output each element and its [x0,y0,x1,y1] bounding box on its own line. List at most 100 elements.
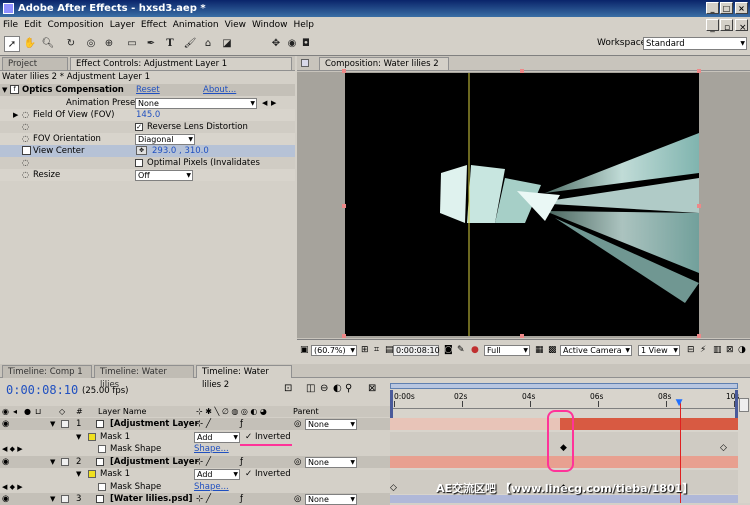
mask-handle[interactable] [520,334,524,338]
parent-select[interactable]: None ▼ [305,494,357,505]
mask-handle[interactable] [342,334,346,338]
check-icon[interactable]: ✓ [245,468,252,480]
mask-color-icon[interactable] [88,432,96,441]
stopwatch-icon[interactable] [98,482,106,491]
mask-mode-select[interactable]: Add ▼ [194,469,240,480]
switches-icon[interactable]: ⊹ ╱ [196,493,211,505]
keyframe-icon[interactable]: ◇ [720,443,727,453]
rotate-tool-icon[interactable]: ↻ [63,36,79,52]
brush-tool-icon[interactable]: 🖌︎ [182,36,198,52]
tab-timeline-comp1[interactable]: Timeline: Comp 1 [2,365,92,378]
maximize-button[interactable]: □ [720,2,733,14]
clone-stamp-icon[interactable]: ⌂ [200,36,216,52]
graph-editor-icon[interactable]: ⊠ [368,383,376,394]
switches-icon[interactable]: ⊹ ╱ [196,456,211,468]
view-center-row[interactable]: View Center ✥ 293.0 , 310.0 [0,145,295,157]
tab-timeline-water-lilies[interactable]: Timeline: Water lilies [94,365,194,390]
shy-icon[interactable]: ⊖ [320,383,328,394]
eye-icon[interactable]: ◉ [2,493,9,505]
effect-switch-icon[interactable]: ƒ [240,456,243,468]
tab-effect-controls[interactable]: Effect Controls: Adjustment Layer 1 [70,57,292,70]
playhead-handle-icon[interactable]: ▼ [676,398,683,408]
keyframe-nav-icon[interactable]: ◀ ◆ ▶ [2,481,23,493]
menu-help[interactable]: Help [290,17,317,33]
pixel-aspect-icon[interactable]: ⊟ [687,345,695,355]
zoom-slider[interactable] [739,398,749,412]
pan-behind-icon[interactable]: ⊕ [101,36,117,52]
zoom-select[interactable]: (60.7%) ▼ [311,345,357,356]
parent-select[interactable]: None ▼ [305,419,357,430]
safe-zones-icon[interactable]: ⊞ [361,345,369,355]
eye-icon[interactable]: ◉ [2,418,9,430]
camera-snapshot-icon[interactable]: ◙ [444,345,453,355]
views-select[interactable]: 1 View ▼ [638,345,680,356]
mask-handle[interactable] [342,69,346,73]
stopwatch-icon[interactable]: ◌ [22,169,29,181]
doc-close-button[interactable]: × [735,19,748,33]
mask-shape-link[interactable]: Shape... [194,481,229,493]
preset-prev-icon[interactable]: ◀ [262,97,267,109]
fast-preview-icon[interactable]: ⚡︎ [700,345,706,355]
expand-triangle-icon[interactable]: ▼ [50,456,55,468]
effect-switch-icon[interactable]: ƒ [240,418,243,430]
timeline-link-icon[interactable]: ▥ [713,345,722,355]
orbit-camera-icon[interactable]: ◎ [83,36,99,52]
expand-triangle-icon[interactable]: ▼ [2,84,7,96]
timeline-timecode[interactable]: 0:00:08:10 [6,383,78,397]
layer1-bar[interactable] [560,418,738,430]
region-of-interest-icon[interactable]: ▦ [535,345,544,355]
mask-handle[interactable] [697,204,701,208]
mask-name[interactable]: Mask 1 [100,468,130,480]
label-color-icon[interactable] [61,457,69,466]
check-icon[interactable]: ✓ [245,431,252,443]
text-tool-icon[interactable]: T [162,36,178,52]
tab-timeline-water-lilies-2[interactable]: Timeline: Water lilies 2 [196,365,292,390]
mask-mode-select[interactable]: Add ▼ [194,431,240,443]
close-button[interactable]: × [735,2,748,14]
menu-window[interactable]: Window [249,17,291,33]
view-axis-icon[interactable]: ◘ [298,36,314,52]
comp-flowchart-icon[interactable]: ▣ [300,345,309,355]
workspace-select[interactable]: Standard ▼ [643,37,747,50]
mask-property-row[interactable]: ◀ ◆ ▶ Mask Shape Shape... [0,480,390,493]
stopwatch-icon[interactable] [22,146,31,155]
stopwatch-icon[interactable]: ◌ [22,133,29,145]
keyframe-icon[interactable]: ◇ [390,483,397,493]
mask-handle[interactable] [697,69,701,73]
fov-orientation-select[interactable]: Diagonal ▼ [135,134,195,145]
stopwatch-icon[interactable]: ◌ [22,109,29,121]
stopwatch-icon[interactable]: ◌ [22,121,29,133]
preset-next-icon[interactable]: ▶ [271,97,276,109]
motion-blur-icon[interactable]: ⚲ [345,383,352,394]
expand-triangle-icon[interactable]: ▼ [76,431,81,443]
stopwatch-icon[interactable] [98,445,106,453]
comp-mini-icon[interactable]: ⊡ [284,383,292,394]
expand-triangle-icon[interactable]: ▼ [76,468,81,480]
reset-exposure-icon[interactable]: ◑ [738,345,746,355]
reset-link[interactable]: Reset [136,84,160,96]
mask-handle[interactable] [342,204,346,208]
layer-name[interactable]: [Adjustment Layer [110,456,199,468]
selection-tool-icon[interactable]: ➚ [4,36,20,52]
expand-triangle-icon[interactable]: ▶ [13,109,18,121]
axis-mode-icon[interactable]: ✥ [268,36,284,52]
pickwhip-icon[interactable]: ◎ [294,456,301,468]
mask-shape-link[interactable]: Shape... [194,443,229,455]
parent-select[interactable]: None ▼ [305,456,357,468]
mask-color-icon[interactable] [88,470,96,478]
eye-icon[interactable]: ◉ [2,456,9,468]
fov-row[interactable]: ▶ ◌ Field Of View (FOV) 145.0 [0,109,295,121]
label-color-icon[interactable] [61,495,69,503]
menu-layer[interactable]: Layer [107,17,138,33]
layer-row[interactable]: ◉ ▼ 2 [Adjustment Layer ⊹ ╱ ƒ ◎ None ▼ [0,455,390,468]
mask-property-row[interactable]: ◀ ◆ ▶ Mask Shape Shape... [0,443,390,455]
pen-tool-icon[interactable]: ✒ [143,36,159,52]
resolution-select[interactable]: Full ▼ [484,345,530,356]
frame-blend-icon[interactable]: ◐ [333,383,342,394]
keyframe-nav-icon[interactable]: ◀ ◆ ▶ [2,443,23,455]
show-snapshot-icon[interactable]: ✎ [457,345,465,355]
pickwhip-icon[interactable]: ◎ [294,418,301,430]
effect-name-row[interactable]: ▼ f Optics Compensation Reset About... [0,84,295,96]
camera-select[interactable]: Active Camera ▼ [560,345,632,356]
fx-icon[interactable]: f [10,85,19,94]
